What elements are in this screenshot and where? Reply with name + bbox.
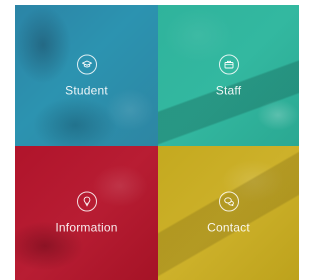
tile-contact[interactable]: Contact <box>158 146 299 280</box>
lightbulb-icon <box>76 191 97 212</box>
tile-information[interactable]: Information <box>15 146 158 280</box>
tile-contact-label: Contact <box>207 220 250 235</box>
tile-student-label: Student <box>65 83 108 97</box>
tile-student[interactable]: Student <box>15 5 158 146</box>
tile-student-content: Student <box>15 54 158 97</box>
tile-staff-label: Staff <box>215 83 242 97</box>
tile-staff-content: Staff <box>158 54 299 97</box>
graduation-cap-icon <box>76 54 97 74</box>
tile-staff[interactable]: Staff <box>158 5 299 146</box>
tile-information-label: Information <box>55 220 118 235</box>
chat-icon <box>218 191 239 212</box>
briefcase-icon <box>218 54 239 74</box>
menu-grid: Student Staff Information Contact <box>15 5 299 280</box>
tile-contact-content: Contact <box>158 191 299 235</box>
tile-information-content: Information <box>15 191 158 235</box>
